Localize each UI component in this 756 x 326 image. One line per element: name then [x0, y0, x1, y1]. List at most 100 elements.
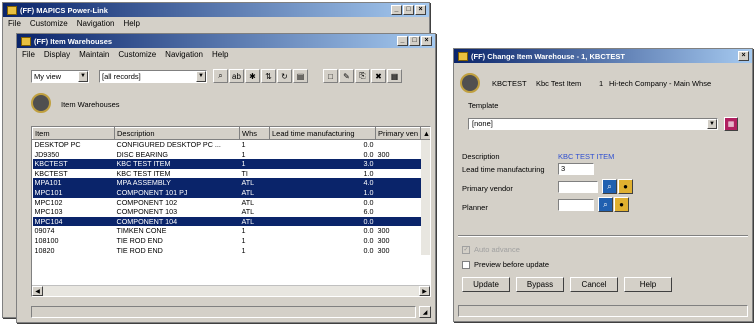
- description-value: KBC TEST ITEM: [558, 152, 615, 161]
- template-grid-button[interactable]: ▦: [724, 117, 738, 131]
- chevron-down-icon[interactable]: ▼: [78, 71, 88, 82]
- minimize-button[interactable]: _: [391, 5, 402, 15]
- vertical-scrollbar-track[interactable]: [420, 207, 430, 217]
- menu-help[interactable]: Help: [212, 50, 228, 59]
- table-row[interactable]: DESKTOP PC CONFIGURED DESKTOP PC ... 1 0.0: [33, 139, 430, 150]
- cell-item: MPC102: [34, 197, 63, 207]
- planner-info-icon[interactable]: ●: [614, 197, 629, 212]
- table-row[interactable]: 09074 TIMKEN CONE 1 0.0 300: [33, 226, 430, 236]
- company-name: Hi-tech Company - Main Whse: [609, 79, 712, 88]
- scroll-left-button[interactable]: ◀: [32, 286, 43, 296]
- properties-icon[interactable]: ▦: [387, 69, 402, 83]
- delete-icon[interactable]: ✖: [371, 69, 386, 83]
- close-button[interactable]: ×: [738, 51, 749, 61]
- binoculars-icon[interactable]: ⌕: [213, 69, 228, 83]
- dialog-titlebar[interactable]: (FF) Change Item Warehouse - 1, KBCTEST …: [454, 49, 752, 63]
- vendor-info-icon[interactable]: ●: [618, 179, 633, 194]
- chevron-down-icon[interactable]: ▼: [196, 71, 206, 82]
- powerlink-titlebar[interactable]: (FF) MAPICS Power-Link _ □ ×: [3, 3, 429, 17]
- scroll-right-button[interactable]: ▶: [419, 286, 430, 296]
- vertical-scrollbar-track[interactable]: [420, 197, 430, 208]
- find-replace-icon[interactable]: ab: [229, 69, 244, 83]
- update-button[interactable]: Update: [462, 277, 510, 292]
- lead-time-field[interactable]: 3: [558, 163, 594, 175]
- table-row[interactable]: KBCTEST KBC TEST ITEM 1 3.0: [32, 159, 430, 169]
- vertical-scrollbar-track[interactable]: [420, 159, 430, 169]
- item-name: Kbc Test Item: [536, 79, 582, 88]
- menu-maintain[interactable]: Maintain: [79, 50, 109, 59]
- edit-icon[interactable]: ✎: [339, 69, 354, 83]
- menu-display[interactable]: Display: [44, 50, 70, 59]
- menu-customize[interactable]: Customize: [118, 50, 156, 59]
- table-row[interactable]: 10820 TIE ROD END 1 0.0 300: [33, 245, 430, 256]
- vertical-scrollbar-track[interactable]: [420, 187, 430, 198]
- menu-file[interactable]: File: [8, 19, 21, 28]
- resize-grip[interactable]: ◢: [419, 306, 431, 318]
- menu-navigation[interactable]: Navigation: [77, 19, 115, 28]
- filter-icon[interactable]: ✱: [245, 69, 260, 83]
- cell-item: MPC101: [32, 187, 115, 198]
- vertical-scrollbar-track[interactable]: [420, 216, 430, 227]
- maximize-button[interactable]: □: [403, 5, 414, 15]
- vertical-scrollbar-track[interactable]: [420, 235, 430, 246]
- table-row[interactable]: 108100 TIE ROD END 1 0.0 300: [33, 235, 430, 246]
- template-select[interactable]: [none] ▼: [468, 118, 718, 130]
- warehouses-titlebar[interactable]: (FF) Item Warehouses _ □ ×: [17, 34, 435, 48]
- app-icon: [7, 5, 17, 15]
- horizontal-scrollbar[interactable]: ◀ ▶: [32, 285, 430, 296]
- vertical-scrollbar-track[interactable]: [420, 226, 430, 236]
- close-button[interactable]: ×: [415, 5, 426, 15]
- menu-navigation[interactable]: Navigation: [165, 50, 203, 59]
- powerlink-menubar: File Customize Navigation Help: [3, 17, 429, 30]
- template-label: Template: [468, 101, 499, 110]
- planner-field[interactable]: [558, 199, 594, 211]
- cell-primary-vendor: [376, 198, 421, 208]
- sort-icon[interactable]: ⇅: [261, 69, 276, 83]
- new-icon[interactable]: □: [323, 69, 338, 83]
- scrollbar-top[interactable]: ▲: [420, 127, 430, 140]
- cancel-button[interactable]: Cancel: [570, 277, 618, 292]
- cell-lead-time: 4.0: [269, 178, 376, 188]
- app-icon: [458, 51, 468, 61]
- warehouse-grid[interactable]: Item Description Whs Lead time manufactu…: [31, 126, 431, 297]
- bypass-button[interactable]: Bypass: [516, 277, 564, 292]
- preview-checkbox[interactable]: [462, 261, 470, 269]
- column-header-lead-time[interactable]: Lead time manufacturing: [269, 127, 376, 140]
- menu-file[interactable]: File: [22, 50, 35, 59]
- table-row[interactable]: JD9350 DISC BEARING 1 0.0 300: [33, 149, 430, 160]
- chevron-down-icon[interactable]: ▼: [707, 119, 717, 129]
- vertical-scrollbar-track[interactable]: [420, 245, 430, 256]
- cell-item: DESKTOP PC: [34, 140, 81, 149]
- print-icon[interactable]: ▤: [293, 69, 308, 83]
- maximize-button[interactable]: □: [409, 36, 420, 46]
- preview-label: Preview before update: [474, 260, 550, 269]
- minimize-button[interactable]: _: [397, 36, 408, 46]
- vendor-search-icon[interactable]: ⌕: [602, 179, 617, 194]
- table-row[interactable]: MPC101 COMPONENT 101 PJ ATL 1.0: [32, 187, 430, 198]
- cell-description: CONFIGURED DESKTOP PC ...: [116, 140, 221, 149]
- table-row[interactable]: MPA101 MPA ASSEMBLY ATL 4.0: [32, 178, 430, 188]
- view-select[interactable]: My view ▼: [31, 70, 89, 83]
- vertical-scrollbar-track[interactable]: [420, 178, 430, 188]
- table-row[interactable]: KBCTEST KBC TEST ITEM TI 1.0: [33, 168, 430, 179]
- records-select[interactable]: [all records] ▼: [99, 70, 207, 83]
- column-header-description[interactable]: Description: [114, 127, 240, 140]
- column-header-whs[interactable]: Whs: [239, 127, 270, 140]
- table-row[interactable]: MPC102 COMPONENT 102 ATL 0.0: [33, 197, 430, 208]
- column-header-item[interactable]: Item: [32, 127, 115, 140]
- vertical-scrollbar-track[interactable]: [420, 139, 430, 150]
- column-header-primary-vendor[interactable]: Primary ven: [375, 127, 421, 140]
- close-button[interactable]: ×: [421, 36, 432, 46]
- copy-icon[interactable]: ⎘: [355, 69, 370, 83]
- table-row[interactable]: MPC103 COMPONENT 103 ATL 6.0: [33, 207, 430, 217]
- cell-lead-time: 3.0: [269, 159, 376, 169]
- vertical-scrollbar-track[interactable]: [420, 168, 430, 179]
- primary-vendor-field[interactable]: [558, 181, 598, 193]
- menu-help[interactable]: Help: [124, 19, 140, 28]
- help-button[interactable]: Help: [624, 277, 672, 292]
- vertical-scrollbar-track[interactable]: [420, 149, 430, 160]
- planner-search-icon[interactable]: ⌕: [598, 197, 613, 212]
- table-row[interactable]: MPC104 COMPONENT 104 ATL 0.0: [32, 216, 430, 227]
- menu-customize[interactable]: Customize: [30, 19, 68, 28]
- refresh-icon[interactable]: ↻: [277, 69, 292, 83]
